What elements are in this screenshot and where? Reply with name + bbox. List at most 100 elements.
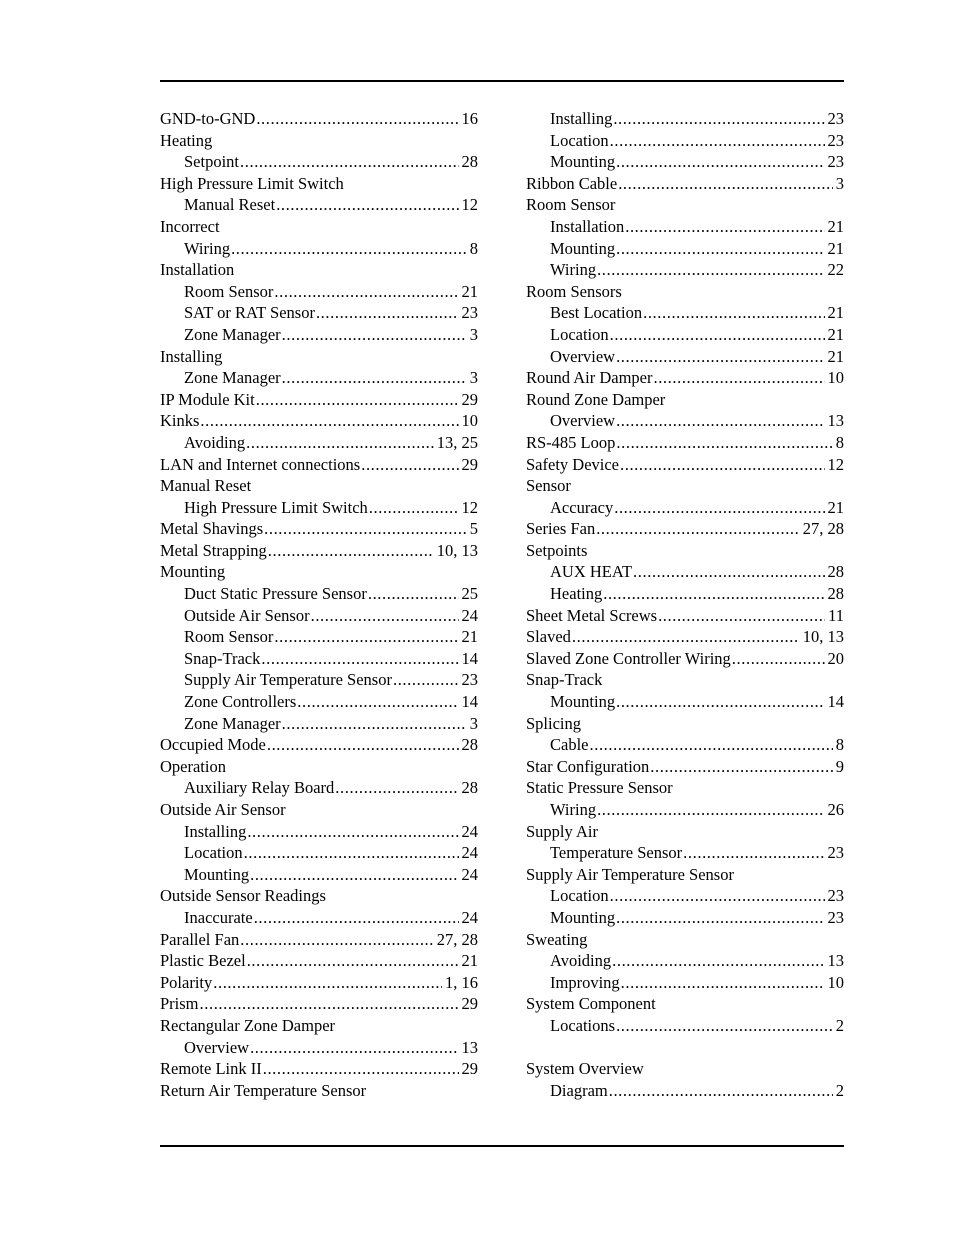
index-entry[interactable]: Sheet Metal Screws......................… [526,605,844,627]
index-subentry[interactable]: Location................................… [526,324,844,346]
index-entry[interactable]: Parallel Fan............................… [160,929,478,951]
index-subentry[interactable]: Wiring..................................… [160,238,478,260]
index-subentry[interactable]: Supply Air Temperature Sensor...........… [160,669,478,691]
index-entry[interactable]: System Overview.........................… [526,1058,844,1080]
index-entry[interactable]: Sensor..................................… [526,475,844,497]
index-entry[interactable]: Prism...................................… [160,993,478,1015]
index-entry[interactable]: GND-to-GND..............................… [160,108,478,130]
index-subentry[interactable]: Temperature Sensor......................… [526,842,844,864]
index-entry[interactable]: Rectangular Zone Damper.................… [160,1015,478,1037]
index-subentry[interactable]: Setpoint................................… [160,151,478,173]
index-subentry[interactable]: Mounting................................… [526,907,844,929]
index-subentry[interactable]: Cable...................................… [526,734,844,756]
index-subentry[interactable]: Diagram.................................… [526,1080,844,1102]
index-subentry[interactable]: Zone Manager............................… [160,713,478,735]
index-entry[interactable]: Incorrect...............................… [160,216,478,238]
index-entry[interactable]: Return Air Temperature Sensor...........… [160,1080,478,1102]
index-subentry[interactable]: Best Location...........................… [526,302,844,324]
index-subentry[interactable]: Wiring..................................… [526,799,844,821]
index-entry[interactable]: Outside Sensor Readings.................… [160,885,478,907]
index-page-number: 28 [461,778,479,798]
index-entry[interactable]: Remote Link II..........................… [160,1058,478,1080]
index-entry[interactable]: Plastic Bezel...........................… [160,950,478,972]
index-entry[interactable]: Series Fan..............................… [526,518,844,540]
index-entry[interactable]: Installation............................… [160,259,478,281]
index-subentry[interactable]: Installing..............................… [526,108,844,130]
index-subentry[interactable]: Locations...............................… [526,1015,844,1037]
index-subentry[interactable]: Wiring..................................… [526,259,844,281]
index-entry[interactable]: Slaved..................................… [526,626,844,648]
index-subentry[interactable]: Auxiliary Relay Board...................… [160,777,478,799]
index-entry[interactable]: IP Module Kit...........................… [160,389,478,411]
index-entry[interactable]: Setpoints...............................… [526,540,844,562]
index-subentry[interactable]: Zone Manager............................… [160,324,478,346]
index-entry[interactable]: Star Configuration......................… [526,756,844,778]
index-entry[interactable]: Installing..............................… [160,346,478,368]
dot-leader: ........................................… [199,994,459,1014]
index-subentry[interactable]: Manual Reset............................… [160,194,478,216]
index-entry[interactable]: Round Zone Damper.......................… [526,389,844,411]
dot-leader: ........................................… [255,389,459,409]
index-entry[interactable]: Mounting................................… [160,561,478,583]
index-subentry[interactable]: Overview................................… [526,346,844,368]
index-subentry[interactable]: Avoiding................................… [526,950,844,972]
index-entry[interactable]: Supply Air Temperature Sensor...........… [526,864,844,886]
index-subentry[interactable]: Duct Static Pressure Sensor.............… [160,583,478,605]
index-entry[interactable]: Operation...............................… [160,756,478,778]
index-subentry[interactable]: Installation............................… [526,216,844,238]
index-entry[interactable]: Polarity................................… [160,972,478,994]
index-entry-label: Wiring [184,238,231,258]
index-subentry[interactable]: Overview................................… [160,1037,478,1059]
index-entry[interactable]: Splicing................................… [526,713,844,735]
index-subentry[interactable]: Inaccurate..............................… [160,907,478,929]
dot-leader: ........................................… [276,195,459,215]
index-entry[interactable]: Manual Reset............................… [160,475,478,497]
index-entry[interactable]: Heating.................................… [160,130,478,152]
index-subentry[interactable]: Room Sensor.............................… [160,626,478,648]
index-subentry[interactable]: SAT or RAT Sensor.......................… [160,302,478,324]
dot-leader: ........................................… [650,756,833,776]
index-entry[interactable]: High Pressure Limit Switch..............… [160,173,478,195]
index-entry[interactable]: Ribbon Cable............................… [526,173,844,195]
index-subentry[interactable]: Avoiding................................… [160,432,478,454]
index-subentry[interactable]: Room Sensor.............................… [160,281,478,303]
index-entry[interactable]: Static Pressure Sensor..................… [526,777,844,799]
index-subentry[interactable]: Overview................................… [526,410,844,432]
index-subentry[interactable]: Zone Manager............................… [160,367,478,389]
index-entry[interactable]: Outside Air Sensor......................… [160,799,478,821]
index-entry[interactable]: Metal Shavings..........................… [160,518,478,540]
index-entry[interactable]: Metal Strapping.........................… [160,540,478,562]
index-subentry[interactable]: Location................................… [526,130,844,152]
index-entry[interactable]: Room Sensor.............................… [526,194,844,216]
index-subentry[interactable]: Installing..............................… [160,821,478,843]
index-entry[interactable]: Supply Air..............................… [526,821,844,843]
index-entry[interactable]: Kinks...................................… [160,410,478,432]
index-entry-label: Location [550,130,609,150]
index-subentry[interactable]: Zone Controllers........................… [160,691,478,713]
index-entry[interactable]: RS-485 Loop.............................… [526,432,844,454]
index-subentry[interactable]: Mounting................................… [526,151,844,173]
index-entry[interactable]: Snap-Track..............................… [526,669,844,691]
index-entry[interactable]: Room Sensors............................… [526,281,844,303]
index-subentry[interactable]: Outside Air Sensor......................… [160,605,478,627]
index-subentry[interactable]: Accuracy................................… [526,497,844,519]
index-subentry[interactable]: Mounting................................… [526,691,844,713]
index-subentry[interactable]: High Pressure Limit Switch..............… [160,497,478,519]
index-entry[interactable]: Round Air Damper........................… [526,367,844,389]
index-entry[interactable]: Sweating................................… [526,929,844,951]
index-subentry[interactable]: Location................................… [526,885,844,907]
index-subentry[interactable]: Heating.................................… [526,583,844,605]
index-page-number: 3 [469,324,478,344]
index-subentry[interactable]: Improving...............................… [526,972,844,994]
index-page-number: 13 [461,1037,479,1057]
index-subentry[interactable]: Snap-Track..............................… [160,648,478,670]
index-subentry[interactable]: Location................................… [160,842,478,864]
index-entry[interactable]: LAN and Internet connections............… [160,454,478,476]
index-entry[interactable]: Slaved Zone Controller Wiring...........… [526,648,844,670]
index-entry[interactable]: Safety Device...........................… [526,454,844,476]
index-subentry[interactable]: AUX HEAT................................… [526,561,844,583]
index-entry[interactable]: Occupied Mode...........................… [160,734,478,756]
index-subentry[interactable]: Mounting................................… [160,864,478,886]
index-subentry[interactable]: Mounting................................… [526,238,844,260]
index-entry[interactable]: System Component........................… [526,993,844,1015]
